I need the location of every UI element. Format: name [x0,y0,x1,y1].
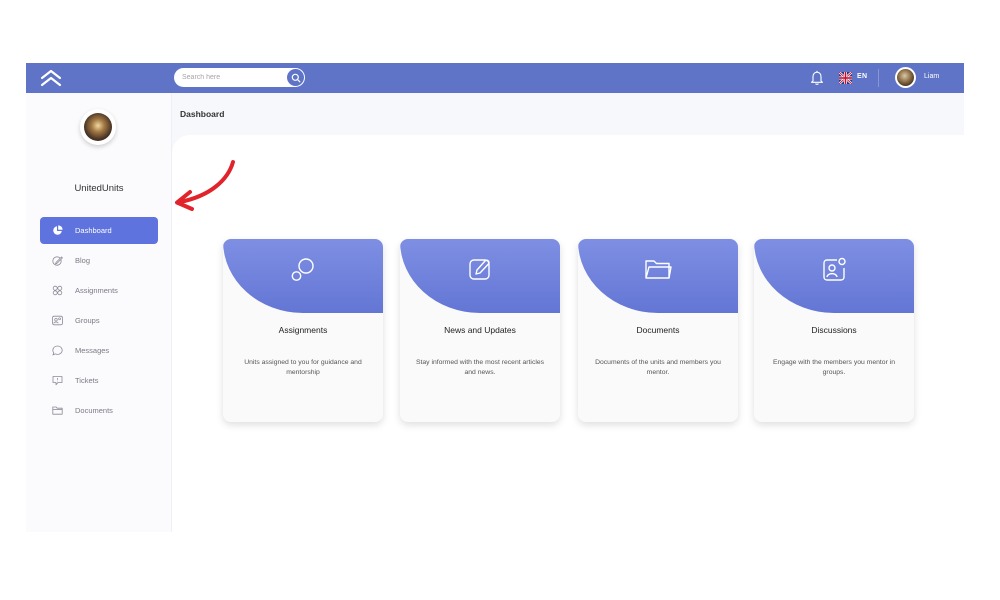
sidebar-item-dashboard[interactable]: Dashboard [40,217,158,244]
card-title: News and Updates [444,325,516,335]
card-description: Stay informed with the most recent artic… [415,359,545,376]
sidebar-nav: Dashboard Blog Assignments Groups Messag… [40,217,158,427]
sidebar-item-assignments[interactable]: Assignments [40,277,158,304]
sidebar-item-label: Messages [75,346,110,355]
bubbles-icon [291,258,314,281]
card-description: Units assigned to you for guidance and m… [244,359,362,376]
sidebar: UnitedUnits Dashboard Blog Assignments G… [26,93,172,532]
sidebar-item-blog[interactable]: Blog [40,247,158,274]
edit-icon [469,259,490,280]
user-name[interactable]: Liam [924,73,939,80]
sidebar-item-groups[interactable]: Groups [40,307,158,334]
search-input[interactable] [182,71,282,84]
card-title: Documents [636,325,680,335]
search-icon [291,73,300,82]
pencil-icon [52,255,63,266]
card-news-and-updates[interactable]: News and Updates Stay informed with the … [400,239,560,422]
sidebar-item-label: Tickets [75,376,99,385]
logo-icon[interactable] [39,67,63,89]
card-title: Assignments [278,325,328,335]
card-title: Discussions [811,325,857,335]
topbar-divider [878,69,879,87]
annotation-arrow-icon [175,160,235,211]
sidebar-item-documents[interactable]: Documents [40,397,158,424]
groups-icon [52,315,63,326]
sidebar-item-label: Dashboard [75,226,112,235]
user-avatar[interactable] [895,67,916,88]
uk-flag-icon[interactable] [838,71,853,85]
sidebar-item-label: Blog [75,256,91,265]
card-documents[interactable]: Documents Documents of the units and mem… [578,239,738,422]
sidebar-item-messages[interactable]: Messages [40,337,158,364]
folder-icon [645,260,672,279]
search-button[interactable] [287,69,304,86]
sidebar-item-label: Groups [75,316,100,325]
folder-icon [52,405,63,416]
org-avatar [80,109,116,145]
pie-chart-icon [52,225,63,236]
card-description: Documents of the units and members you m… [595,359,721,376]
card-description: Engage with the members you mentor in gr… [772,359,896,376]
language-selector[interactable]: EN [857,73,867,80]
org-name: UnitedUnits [74,183,124,194]
chat-bubble-icon [52,345,63,356]
notification-bell-icon[interactable] [809,69,825,86]
top-bar: EN Liam [26,63,964,93]
sidebar-item-tickets[interactable]: Tickets [40,367,158,394]
sidebar-item-label: Assignments [75,286,118,295]
ticket-icon [52,375,63,386]
card-assignments[interactable]: Assignments Units assigned to you for gu… [223,239,383,422]
sidebar-item-label: Documents [75,406,113,415]
card-discussions[interactable]: Discussions Engage with the members you … [754,239,914,422]
assignments-icon [52,285,63,296]
search-box [174,68,305,87]
user-card-icon [823,257,846,281]
page-title: Dashboard [180,109,225,119]
